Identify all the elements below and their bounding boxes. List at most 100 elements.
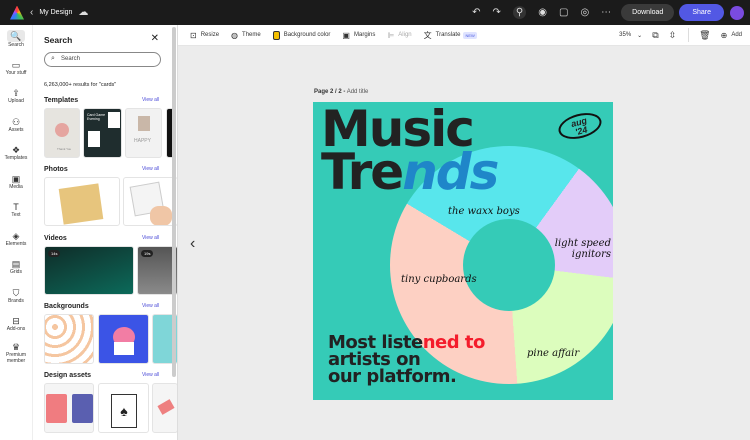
app-logo[interactable] bbox=[10, 5, 24, 20]
panel-scrollbar[interactable] bbox=[172, 27, 176, 377]
chevron-down-icon[interactable]: ⌄ bbox=[637, 32, 642, 39]
template-thumb[interactable]: Thank You bbox=[44, 108, 80, 158]
donut-hole bbox=[463, 219, 555, 311]
search-icon: ⌕ bbox=[51, 55, 55, 62]
rail-label: Your stuff bbox=[5, 69, 27, 76]
view-all-photos[interactable]: View all bbox=[142, 166, 159, 172]
rail-item-grids[interactable]: ▤ Grids bbox=[0, 253, 32, 282]
invite-icon[interactable]: ⚲ bbox=[512, 6, 527, 19]
theme-button[interactable]: ◍ Theme bbox=[231, 31, 261, 40]
editor-toolbar: ⊡ Resize ◍ Theme Background color ▣ Margins… bbox=[178, 25, 750, 46]
rail-item-elements[interactable]: ◈ Elements bbox=[0, 225, 32, 254]
rail-label: Grids bbox=[10, 269, 22, 276]
rail-label: Add-ons bbox=[6, 326, 26, 333]
asset-thumb[interactable] bbox=[44, 383, 94, 433]
background-color-button[interactable]: Background color bbox=[272, 30, 330, 40]
download-button[interactable]: Download bbox=[621, 4, 675, 21]
rail-item-media[interactable]: ▣ Media bbox=[0, 168, 32, 197]
trash-icon[interactable]: 🗑 bbox=[699, 30, 710, 41]
upload-icon: ⇪ bbox=[12, 88, 20, 99]
rail-item-templates[interactable]: ❖ Templates bbox=[0, 139, 32, 168]
resize-label: Resize bbox=[200, 32, 220, 38]
slice-label: the waxx boys bbox=[448, 206, 520, 217]
top-bar: ‹ My Design ☁ ↶ ↷ ⚲ ◉ ▢ ◎ ⋯ Download Sha… bbox=[0, 0, 750, 25]
results-count: 6,263,000+ results for "cards" bbox=[44, 82, 117, 88]
chat-icon[interactable]: ◎ bbox=[580, 7, 589, 18]
title-trends: Trends bbox=[321, 147, 499, 197]
rail-item-add-ons[interactable]: ⊟ Add-ons bbox=[0, 310, 32, 339]
margins-icon: ▣ bbox=[342, 30, 350, 40]
photo-thumb[interactable] bbox=[44, 177, 120, 226]
rail-item-search[interactable]: 🔍 Search bbox=[0, 25, 32, 54]
search-placeholder: Search bbox=[61, 56, 81, 62]
background-thumb[interactable] bbox=[98, 314, 149, 364]
plus-circle-icon: ⊕ bbox=[720, 30, 728, 40]
search-input[interactable]: ⌕ Search bbox=[44, 52, 161, 67]
rail-label: Brands bbox=[8, 297, 24, 304]
prev-page-arrow[interactable]: ‹ bbox=[190, 235, 195, 253]
back-icon[interactable]: ‹ bbox=[30, 7, 33, 18]
rail-label: Text bbox=[11, 212, 21, 219]
share-button[interactable]: Share bbox=[679, 4, 724, 21]
rail-label: Elements bbox=[5, 240, 27, 247]
new-badge: NEW bbox=[463, 31, 477, 39]
view-all-backgrounds[interactable]: View all bbox=[142, 303, 159, 309]
search-icon: 🔍 bbox=[7, 30, 25, 43]
rail-label: Premium member bbox=[5, 351, 26, 364]
text-icon: T bbox=[13, 202, 19, 213]
design-canvas[interactable]: Music Trends aug '24 the waxx boys light … bbox=[313, 102, 613, 400]
view-all-design-assets[interactable]: View all bbox=[142, 372, 159, 378]
design-title[interactable]: My Design bbox=[39, 9, 72, 16]
headline-line3: our platform. bbox=[328, 366, 457, 387]
rail-label: Templates bbox=[4, 155, 28, 162]
redo-icon[interactable]: ↷ bbox=[493, 7, 501, 18]
addons-icon: ⊟ bbox=[12, 316, 20, 327]
view-all-videos[interactable]: View all bbox=[142, 235, 159, 241]
rail-item-premium-member[interactable]: ♛ Premium member bbox=[0, 339, 32, 368]
add-button[interactable]: ⊕ Add bbox=[721, 31, 742, 40]
comment-icon[interactable]: ▢ bbox=[559, 7, 568, 18]
section-design-assets: Design assets bbox=[44, 372, 92, 379]
avatar[interactable] bbox=[730, 5, 744, 20]
zoom-dropdown[interactable]: 35% bbox=[619, 32, 631, 38]
asset-thumb[interactable]: ♠ bbox=[98, 383, 149, 433]
rail-label: Search bbox=[8, 42, 24, 49]
template-thumb[interactable]: HAPPY bbox=[125, 108, 162, 158]
rail-item-brands[interactable]: ⛉ Brands bbox=[0, 282, 32, 311]
left-rail: 🔍 Search ▭ Your stuff ⇪ Upload ⚇ Assets ❖ Templat… bbox=[0, 25, 33, 440]
video-thumb[interactable]: 14s bbox=[44, 246, 134, 295]
template-thumb[interactable]: Card Game Evening bbox=[83, 108, 122, 158]
bulb-icon[interactable]: ◉ bbox=[538, 7, 547, 18]
more-icon[interactable]: ⋯ bbox=[601, 7, 611, 18]
copy-icon[interactable]: ⧉ bbox=[652, 30, 658, 41]
rail-label: Media bbox=[9, 183, 23, 190]
split-icon[interactable]: ⇳ bbox=[669, 30, 677, 41]
rail-item-text[interactable]: T Text bbox=[0, 196, 32, 225]
theme-icon: ◍ bbox=[231, 30, 239, 40]
translate-button[interactable]: 文 Translate NEW bbox=[424, 30, 477, 41]
folder-icon: ▭ bbox=[11, 59, 21, 70]
theme-label: Theme bbox=[242, 32, 261, 38]
undo-icon[interactable]: ↶ bbox=[472, 7, 480, 18]
assets-icon: ⚇ bbox=[11, 116, 21, 127]
translate-label: Translate bbox=[435, 32, 461, 38]
slice-label: light speed ignitors bbox=[554, 238, 611, 260]
rail-item-upload[interactable]: ⇪ Upload bbox=[0, 82, 32, 111]
align-button[interactable]: ⊫ Align bbox=[387, 31, 411, 40]
slice-label: tiny cupboards bbox=[401, 274, 477, 285]
rail-item-your-stuff[interactable]: ▭ Your stuff bbox=[0, 54, 32, 83]
page-number: Page 2 / 2 - bbox=[314, 89, 346, 95]
photo-thumb[interactable] bbox=[123, 177, 177, 226]
view-all-templates[interactable]: View all bbox=[142, 97, 159, 103]
resize-button[interactable]: ⊡ Resize bbox=[190, 31, 219, 40]
margins-button[interactable]: ▣ Margins bbox=[342, 31, 375, 40]
search-panel: Search ✕ ⌕ Search 6,263,000+ results for … bbox=[33, 25, 178, 440]
rail-item-assets[interactable]: ⚇ Assets bbox=[0, 111, 32, 140]
add-title-link[interactable]: Add title bbox=[347, 89, 369, 95]
align-label: Align bbox=[398, 32, 412, 38]
background-thumb[interactable] bbox=[44, 314, 94, 364]
panel-title: Search bbox=[44, 35, 73, 45]
asset-thumb[interactable] bbox=[152, 383, 177, 433]
close-icon[interactable]: ✕ bbox=[151, 33, 159, 44]
slice-label: pine affair bbox=[527, 348, 580, 359]
